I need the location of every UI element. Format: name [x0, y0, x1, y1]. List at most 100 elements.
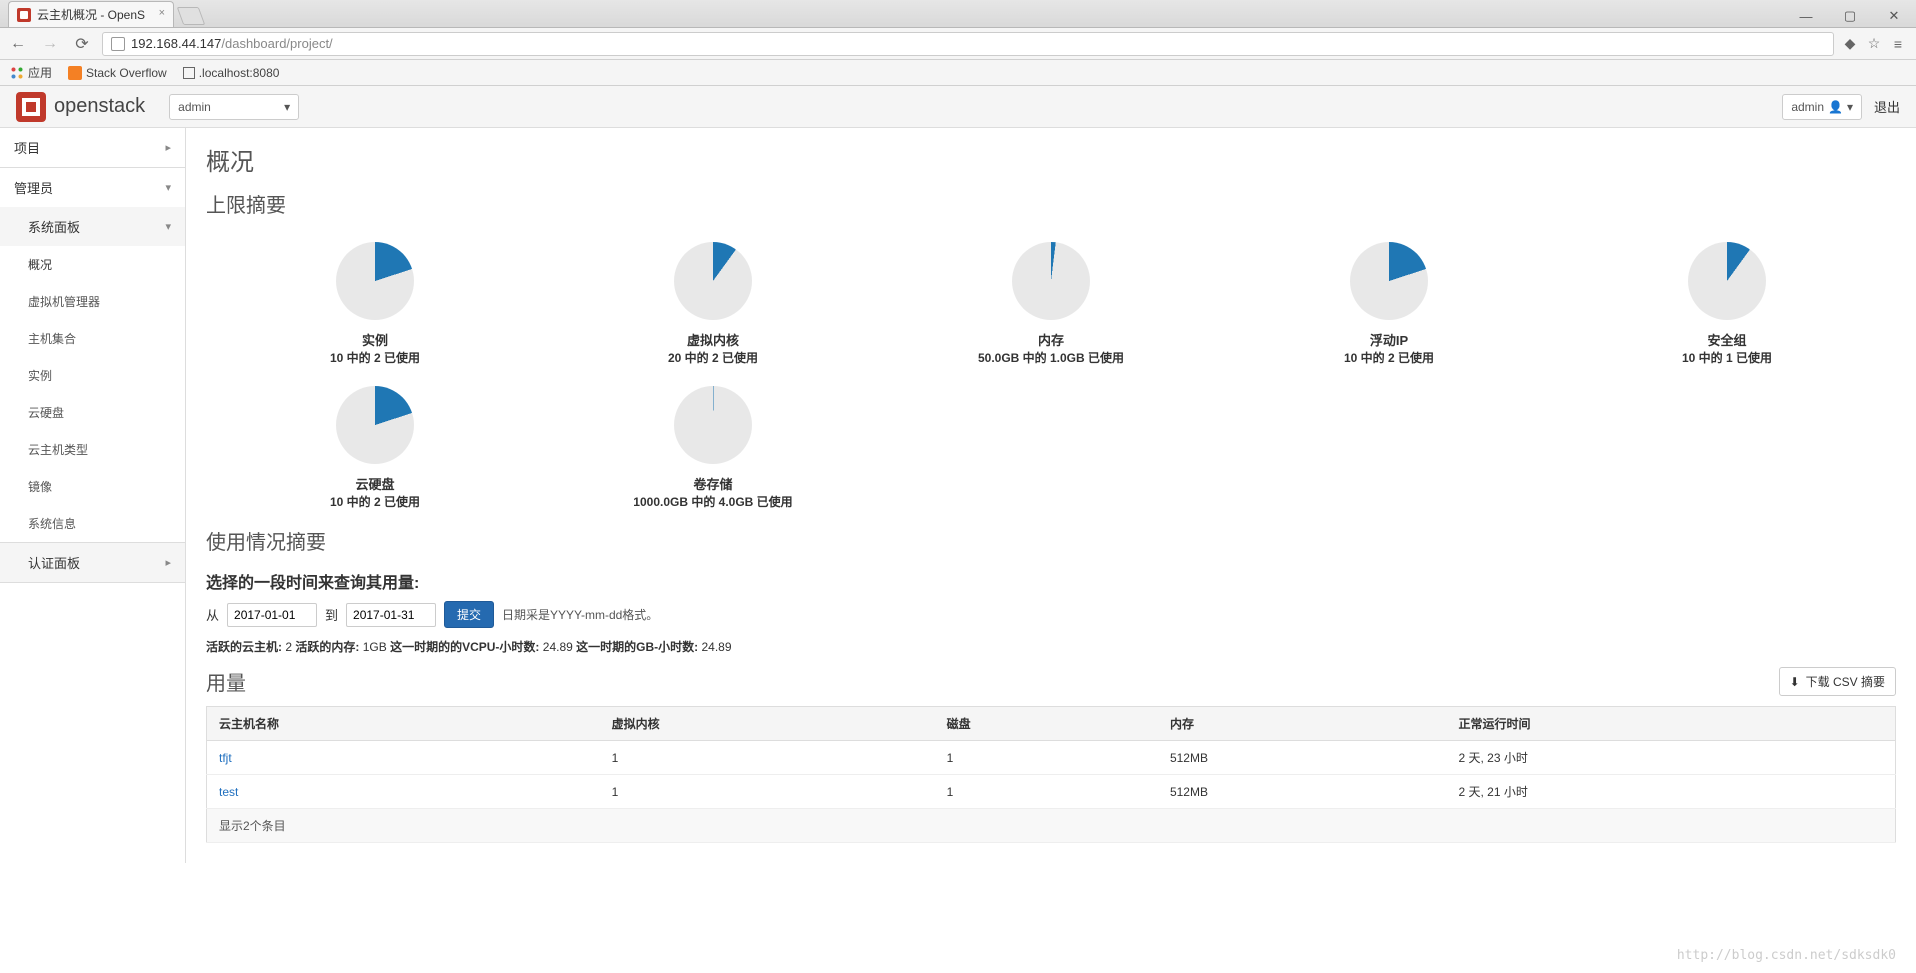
quota-item: 安全组10 中的 1 已使用 [1558, 232, 1896, 376]
download-icon: ⬇ [1790, 675, 1800, 689]
address-bar[interactable]: 192.168.44.147 /dashboard/project/ [102, 32, 1834, 56]
bookmark-stackoverflow[interactable]: Stack Overflow [68, 66, 167, 80]
to-date-input[interactable] [346, 603, 436, 627]
back-button[interactable]: ← [6, 32, 30, 56]
close-window-button[interactable]: ✕ [1872, 5, 1916, 27]
sidebar-item[interactable]: 虚拟机管理器 [0, 283, 185, 320]
url-host: 192.168.44.147 [131, 36, 221, 51]
forward-button[interactable]: → [38, 32, 62, 56]
user-dropdown[interactable]: admin 👤 ▾ [1782, 94, 1862, 120]
chevron-down-icon: ▾ [165, 181, 171, 194]
sidebar-item[interactable]: 镜像 [0, 468, 185, 505]
cell-vcpus: 1 [600, 775, 935, 809]
project-dropdown[interactable]: admin ▾ [169, 94, 299, 120]
bookmark-label: 应用 [28, 64, 52, 81]
page-icon [111, 37, 125, 51]
stackoverflow-icon [68, 66, 82, 80]
bookmark-apps[interactable]: 应用 [10, 64, 52, 81]
bookmark-localhost[interactable]: .localhost:8080 [183, 66, 280, 80]
pie-chart [336, 242, 414, 320]
favicon-icon [17, 8, 31, 22]
close-icon[interactable]: × [159, 7, 165, 19]
quota-item: 浮动IP10 中的 2 已使用 [1220, 232, 1558, 376]
table-header: 虚拟内核 [600, 707, 935, 741]
cell-vcpus: 1 [600, 741, 935, 775]
pie-chart [336, 386, 414, 464]
brand-text: openstack [54, 95, 145, 118]
star-icon[interactable]: ☆ [1866, 36, 1882, 52]
instance-link[interactable]: tfjt [219, 751, 232, 765]
sidebar-item[interactable]: 概况 [0, 246, 185, 283]
quota-item: 内存50.0GB 中的 1.0GB 已使用 [882, 232, 1220, 376]
bookmark-bar: 应用 Stack Overflow .localhost:8080 [0, 60, 1916, 86]
sidebar-item[interactable]: 主机集合 [0, 320, 185, 357]
table-header: 磁盘 [935, 707, 1158, 741]
main-content: 概况 上限摘要 实例10 中的 2 已使用虚拟内核20 中的 2 已使用内存50… [186, 128, 1916, 863]
sidebar-sub-identity[interactable]: 认证面板 ▸ [0, 542, 185, 582]
instance-link[interactable]: test [219, 785, 238, 799]
browser-tabbar: 云主机概况 - OpenS × — ▢ ✕ [0, 0, 1916, 28]
quota-item: 实例10 中的 2 已使用 [206, 232, 544, 376]
to-label: 到 [325, 605, 338, 624]
quota-label: 虚拟内核 [544, 330, 882, 349]
cell-ram: 512MB [1158, 775, 1447, 809]
chevron-down-icon: ▾ [1847, 100, 1853, 114]
table-footer: 显示2个条目 [207, 809, 1896, 843]
pie-chart [1688, 242, 1766, 320]
download-csv-label: 下载 CSV 摘要 [1806, 673, 1885, 690]
window-controls: — ▢ ✕ [1784, 5, 1916, 27]
quota-label: 云硬盘 [206, 474, 544, 493]
chevron-down-icon: ▾ [284, 100, 290, 114]
date-format-hint: 日期采是YYYY-mm-dd格式。 [502, 606, 658, 623]
sidebar: 项目 ▸ 管理员 ▾ 系统面板 ▾ 概况虚拟机管理器主机集合实例云硬盘云主机类型… [0, 128, 186, 863]
sidebar-panel-admin[interactable]: 管理员 ▾ [0, 168, 185, 207]
download-csv-button[interactable]: ⬇ 下载 CSV 摘要 [1779, 667, 1896, 696]
quota-pies: 实例10 中的 2 已使用虚拟内核20 中的 2 已使用内存50.0GB 中的 … [206, 232, 1896, 520]
sidebar-sub-system[interactable]: 系统面板 ▾ [0, 207, 185, 246]
summary-value: 24.89 [543, 640, 573, 654]
sidebar-sub-label: 系统面板 [28, 217, 80, 236]
signout-link[interactable]: 退出 [1874, 97, 1900, 116]
url-path: /dashboard/project/ [221, 36, 332, 51]
sidebar-item[interactable]: 实例 [0, 357, 185, 394]
menu-icon[interactable]: ≡ [1890, 36, 1906, 52]
quota-usage: 10 中的 1 已使用 [1558, 349, 1896, 366]
pie-chart [1350, 242, 1428, 320]
sidebar-panel-label: 项目 [14, 138, 40, 157]
translate-icon[interactable]: ◆ [1842, 36, 1858, 52]
topbar: openstack admin ▾ admin 👤 ▾ 退出 [0, 86, 1916, 128]
summary-value: 1GB [363, 640, 387, 654]
sidebar-item[interactable]: 云硬盘 [0, 394, 185, 431]
summary-label: 活跃的内存: [295, 640, 359, 654]
brand[interactable]: openstack [16, 92, 145, 122]
submit-button[interactable]: 提交 [444, 601, 494, 628]
quota-usage: 1000.0GB 中的 4.0GB 已使用 [544, 493, 882, 510]
sidebar-item[interactable]: 云主机类型 [0, 431, 185, 468]
quota-item: 卷存储1000.0GB 中的 4.0GB 已使用 [544, 376, 882, 520]
table-row: test11512MB2 天, 21 小时 [207, 775, 1896, 809]
pie-chart [674, 242, 752, 320]
sidebar-panel-label: 管理员 [14, 178, 53, 197]
quota-label: 安全组 [1558, 330, 1896, 349]
usage-summary-title: 使用情况摘要 [206, 526, 1896, 555]
table-header: 内存 [1158, 707, 1447, 741]
quota-label: 实例 [206, 330, 544, 349]
sidebar-item[interactable]: 系统信息 [0, 505, 185, 542]
quota-label: 卷存储 [544, 474, 882, 493]
cell-uptime: 2 天, 23 小时 [1447, 741, 1896, 775]
cell-uptime: 2 天, 21 小时 [1447, 775, 1896, 809]
browser-tab[interactable]: 云主机概况 - OpenS × [8, 1, 174, 27]
from-label: 从 [206, 605, 219, 624]
openstack-logo-icon [16, 92, 46, 122]
reload-button[interactable]: ⟳ [70, 32, 94, 56]
summary-label: 活跃的云主机: [206, 640, 282, 654]
maximize-button[interactable]: ▢ [1828, 5, 1872, 27]
new-tab-button[interactable] [177, 7, 206, 25]
from-date-input[interactable] [227, 603, 317, 627]
summary-value: 2 [285, 640, 292, 654]
table-row: tfjt11512MB2 天, 23 小时 [207, 741, 1896, 775]
minimize-button[interactable]: — [1784, 5, 1828, 27]
sidebar-panel-project[interactable]: 项目 ▸ [0, 128, 185, 167]
browser-toolbar: ← → ⟳ 192.168.44.147 /dashboard/project/… [0, 28, 1916, 60]
active-summary: 活跃的云主机: 2 活跃的内存: 1GB 这一时期的的VCPU-小时数: 24.… [206, 638, 1896, 655]
